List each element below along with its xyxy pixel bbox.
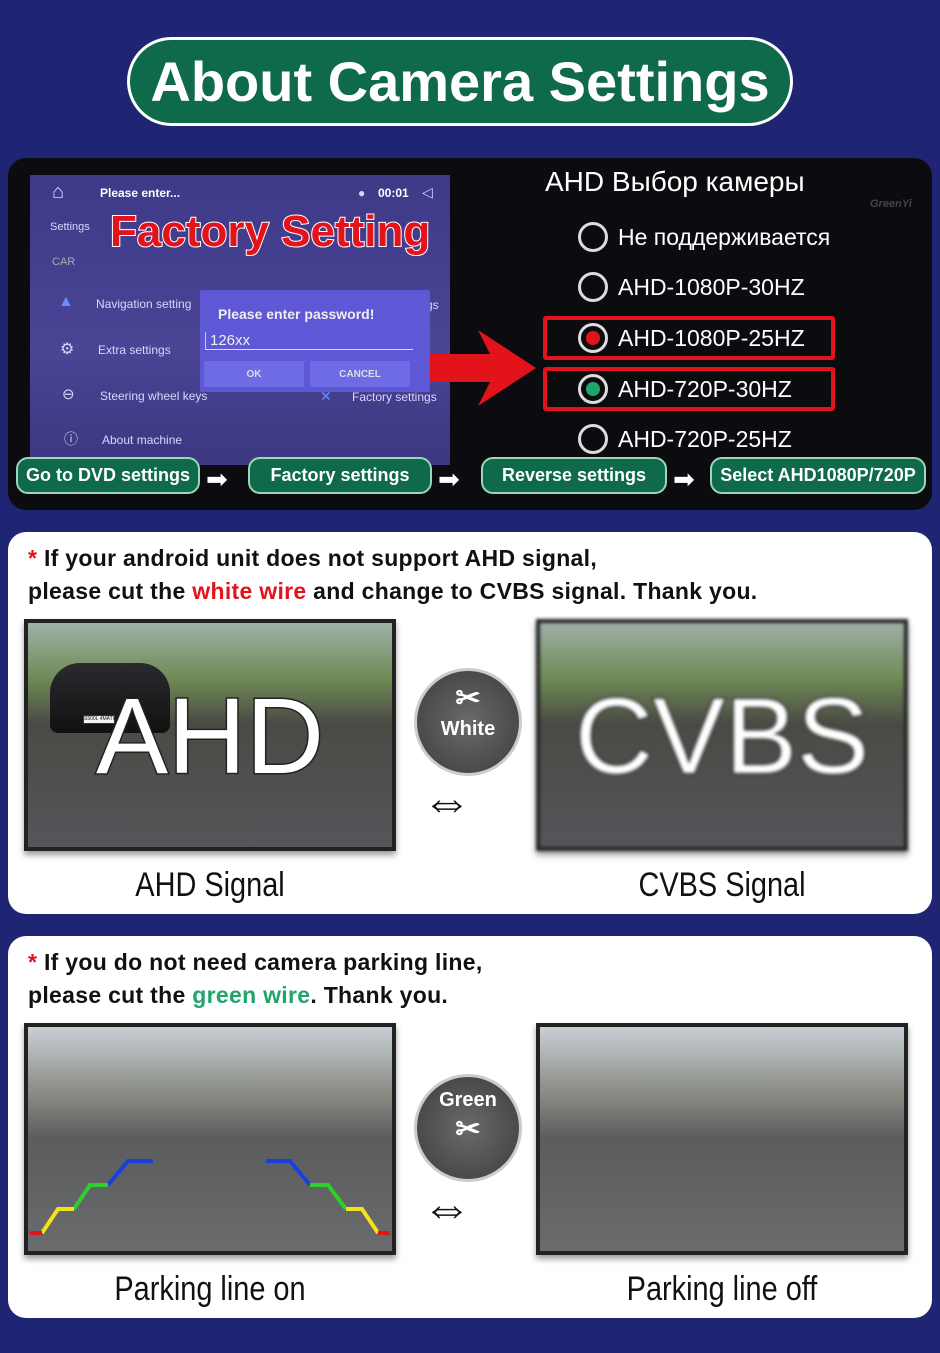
radio-option[interactable]: AHD-1080P-25HZ	[578, 323, 805, 353]
cvbs-section: * If your android unit does not support …	[8, 532, 932, 914]
location-icon: ●	[358, 186, 366, 200]
menu-extra-settings[interactable]: Extra settings	[98, 343, 171, 357]
ahd-camera-image: S500L 4MATIC AHD	[24, 619, 396, 851]
home-icon[interactable]: ⌂	[52, 181, 64, 204]
double-arrow-icon: ⇔	[422, 773, 472, 829]
navigation-icon: ▲	[58, 293, 74, 310]
radio-icon	[578, 272, 608, 302]
step-reverse-settings: Reverse settings	[481, 457, 667, 494]
factory-setting-overlay: Factory Setting	[109, 206, 431, 257]
gear-icon: ⚙	[60, 341, 75, 358]
parking-guide-lines	[30, 1159, 390, 1235]
green-wire-cut-icon: Green ✂	[414, 1074, 522, 1182]
parking-line-on-image	[24, 1023, 396, 1255]
parking-line-section: * If you do not need camera parking line…	[8, 936, 932, 1318]
volume-icon[interactable]: ◁	[422, 184, 433, 201]
white-wire-cut-icon: ✂ White	[414, 668, 522, 776]
white-wire-highlight: white wire	[192, 578, 307, 604]
camera-settings-panel: ⌂ Please enter... ● 00:01 ◁ Settings CAR…	[8, 158, 932, 510]
password-input[interactable]: 126xx	[205, 332, 413, 350]
arrow-right-icon: ➡	[206, 464, 228, 494]
note-line2b: and change to CVBS signal. Thank you.	[306, 578, 758, 604]
menu-steering-wheel-keys[interactable]: Steering wheel keys	[100, 389, 207, 403]
ahd-caption: AHD Signal	[135, 866, 285, 904]
cvbs-overlay: CVBS	[573, 674, 870, 798]
radio-option[interactable]: Не поддерживается	[578, 222, 830, 252]
red-arrow-icon	[430, 330, 536, 406]
cvbs-caption: CVBS Signal	[638, 866, 806, 904]
note-line2a: please cut the	[28, 982, 193, 1008]
radio-option[interactable]: AHD-1080P-30HZ	[578, 272, 805, 302]
ok-button[interactable]: OK	[204, 361, 304, 387]
radio-option[interactable]: AHD-720P-25HZ	[578, 424, 792, 454]
side-settings[interactable]: Settings	[50, 221, 90, 233]
wire-label: White	[440, 718, 496, 740]
scissors-icon: ✂	[455, 1113, 481, 1146]
asterisk: *	[28, 545, 38, 571]
parking-off-caption: Parking line off	[626, 1270, 818, 1308]
option-label: AHD-1080P-25HZ	[618, 324, 805, 351]
radio-option[interactable]: AHD-720P-30HZ	[578, 374, 792, 404]
step-select-ahd: Select AHD1080P/720P	[710, 457, 926, 494]
radio-icon	[578, 222, 608, 252]
option-label: AHD-720P-25HZ	[618, 425, 792, 452]
asterisk: *	[28, 949, 38, 975]
radio-icon	[578, 424, 608, 454]
clock: 00:01	[378, 186, 409, 200]
menu-about-machine[interactable]: About machine	[102, 433, 182, 447]
menu-navigation-settings[interactable]: Navigation setting	[96, 297, 191, 311]
ahd-overlay: AHD	[94, 674, 325, 798]
note-line1: If your android unit does not support AH…	[37, 545, 598, 571]
note-line1: If you do not need camera parking line,	[37, 949, 483, 975]
option-label: Не поддерживается	[618, 223, 831, 250]
step-dvd-settings: Go to DVD settings	[16, 457, 200, 494]
info-icon: ⓘ	[64, 431, 78, 447]
arrow-right-icon: ➡	[673, 464, 695, 494]
radio-selected-icon	[578, 323, 608, 353]
note-line2a: please cut the	[28, 578, 193, 604]
wire-label: Green	[439, 1089, 497, 1111]
steering-wheel-icon: ⊖	[62, 386, 75, 403]
scissors-icon: ✂	[455, 682, 481, 715]
password-dialog: Please enter password! 126xx OK CANCEL	[200, 290, 430, 392]
green-wire-highlight: green wire	[192, 982, 311, 1008]
watermark-logo: GreenYi	[870, 198, 912, 210]
cvbs-camera-image: CVBS	[536, 619, 908, 851]
parking-line-off-image	[536, 1023, 908, 1255]
double-arrow-icon: ⇔	[422, 1179, 472, 1235]
radio-selected-icon	[578, 374, 608, 404]
side-car: CAR	[52, 256, 76, 268]
ahd-title: AHD Выбор камеры	[545, 166, 805, 197]
note-line2b: . Thank you.	[310, 982, 449, 1008]
head-unit-screen: ⌂ Please enter... ● 00:01 ◁ Settings CAR…	[30, 175, 450, 465]
menu-factory-settings[interactable]: Factory settings	[352, 390, 437, 404]
arrow-right-icon: ➡	[438, 464, 460, 494]
parking-note: * If you do not need camera parking line…	[28, 946, 483, 1012]
dialog-title: Please enter password!	[218, 306, 375, 322]
cvbs-note: * If your android unit does not support …	[28, 542, 758, 608]
page-title: About Camera Settings	[127, 37, 793, 126]
option-label: AHD-720P-30HZ	[618, 375, 792, 402]
cancel-button[interactable]: CANCEL	[310, 361, 410, 387]
parking-on-caption: Parking line on	[114, 1270, 306, 1308]
option-label: AHD-1080P-30HZ	[618, 273, 805, 300]
screen-header: Please enter...	[100, 186, 181, 200]
step-factory-settings: Factory settings	[248, 457, 432, 494]
